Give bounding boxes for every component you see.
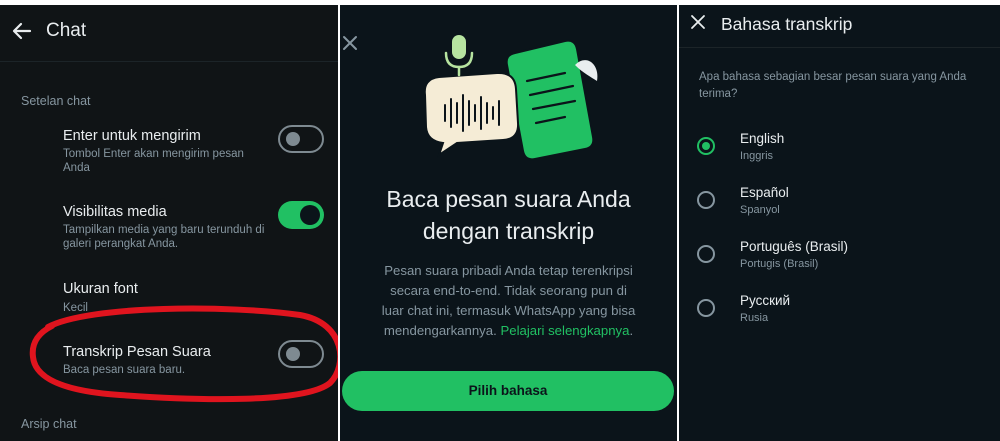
setting-value: Kecil [63,302,88,314]
heading-line: Baca pesan suara Anda [386,186,631,212]
learn-more-link[interactable]: Pelajari selengkapnya [500,323,629,338]
toggle-knob [286,347,300,361]
body-line: Pesan suara pribadi Anda tetap terenkrip… [384,263,633,278]
body-line: secara end-to-end. Tidak seorang pun di [390,283,627,298]
body-text: mendengarkannya. [383,323,501,338]
header-divider [679,47,1000,48]
language-native-name: Spanyol [740,204,780,216]
setting-title: Ukuran font [63,281,138,297]
chat-settings-header: Chat [0,5,338,57]
transcript-intro-panel: Baca pesan suara Anda dengan transkrip P… [340,5,677,441]
language-native-name: Portugis (Brasil) [740,258,819,270]
intro-heading: Baca pesan suara Anda dengan transkrip [360,183,657,247]
voice-bubble-icon [423,71,520,158]
setting-title: Transkrip Pesan Suara [63,344,211,360]
radio-button[interactable] [697,299,715,317]
chat-settings-panel: Chat Setelan chat Enter untuk mengirim T… [0,5,338,441]
language-question: Apa bahasa sebagian besar pesan suara ya… [699,71,967,100]
section-label-chat-settings: Setelan chat [21,94,91,108]
close-icon[interactable] [690,14,706,30]
language-name: Español [740,185,789,200]
page-title: Chat [46,20,87,41]
toggle-knob [286,132,300,146]
enter-to-send-toggle[interactable] [278,125,324,153]
language-name: English [740,131,785,146]
voice-transcript-illustration [423,35,598,161]
dialog-title: Bahasa transkrip [721,14,853,34]
intro-body: Pesan suara pribadi Anda tetap terenkrip… [358,261,659,341]
close-icon[interactable] [340,33,360,53]
body-line: luar chat ini, termasuk WhatsApp yang bi… [381,303,636,318]
choose-language-button[interactable]: Pilih bahasa [342,371,674,411]
header-divider [0,61,338,62]
language-name: Русский [740,293,791,308]
voice-transcripts-toggle[interactable] [278,340,324,368]
back-arrow-icon[interactable] [10,19,34,43]
language-picker-header: Bahasa transkrip [679,5,1000,47]
setting-subtitle: Tampilkan media yang baru terunduh di ga… [63,224,265,250]
media-visibility-toggle[interactable] [278,201,324,229]
document-bubble-icon [505,39,598,161]
setting-subtitle: Tombol Enter akan mengirim pesan Anda [63,148,244,174]
language-picker-panel: Bahasa transkrip Apa bahasa sebagian bes… [679,5,1000,441]
language-name: Português (Brasil) [740,239,849,254]
body-line: mendengarkannya. Pelajari selengkapnya. [358,321,659,341]
heading-line: dengan transkrip [422,218,595,244]
body-text: . [629,323,634,338]
radio-button[interactable] [697,191,715,209]
setting-subtitle: Baca pesan suara baru. [63,364,186,376]
language-native-name: Rusia [740,312,769,324]
section-label-chat-archive: Arsip chat [21,417,77,431]
toggle-knob [300,205,320,225]
language-native-name: Inggris [740,150,774,162]
microphone-icon [444,35,474,77]
radio-button-selected[interactable] [697,137,715,155]
radio-button[interactable] [697,245,715,263]
setting-title: Visibilitas media [63,204,167,220]
setting-title: Enter untuk mengirim [63,128,201,144]
